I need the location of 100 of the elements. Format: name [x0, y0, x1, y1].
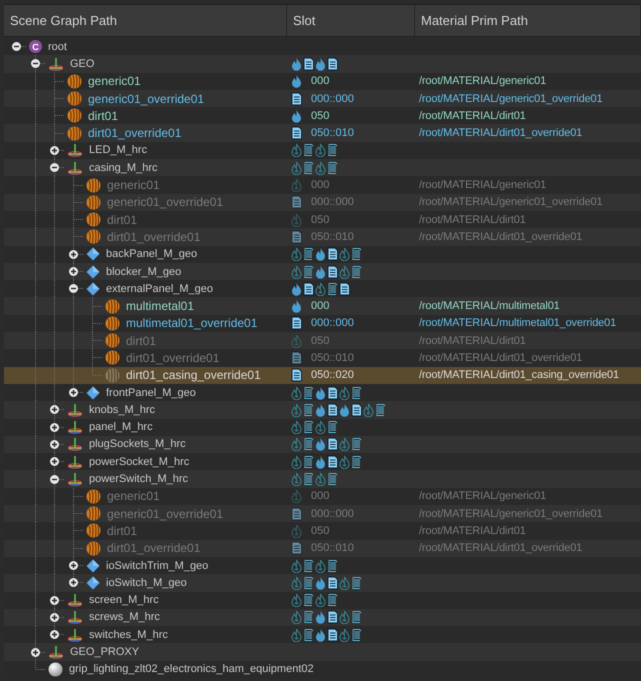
material-path: /root/MATERIAL/dirt01_override01 [419, 542, 582, 554]
expand-toggle[interactable] [50, 422, 59, 432]
expand-toggle[interactable] [50, 163, 59, 172]
node-name: dirt01_casing_override01 [126, 368, 261, 382]
slot-value: 000 [311, 179, 330, 192]
tree-row[interactable]: GEO [4, 55, 641, 73]
expand-toggle[interactable] [50, 596, 59, 605]
node-name: multimetal01_override01 [126, 316, 258, 330]
node-name: switches_M_hrc [89, 628, 168, 641]
tree-row[interactable]: dirt01_override01 050::010 /root/MATERIAL/dirt01_override01 [4, 124, 641, 142]
node-name: generic01_override01 [107, 506, 224, 521]
flame-outline-icon [291, 212, 302, 227]
tree-row[interactable]: powerSwitch_M_hrc [4, 470, 641, 488]
root-badge: C [29, 40, 42, 54]
expand-toggle[interactable] [69, 578, 78, 588]
material-path: /root/MATERIAL/dirt01_override01 [419, 352, 582, 364]
flame-outline-icon [291, 334, 302, 348]
tree-row[interactable]: GEO_PROXY [4, 643, 641, 661]
material-path: /root/MATERIAL/dirt01_casing_override01 [419, 369, 619, 382]
material-ball-icon [67, 91, 82, 106]
tree-row[interactable]: generic01 000 /root/MATERIAL/generic01 [4, 72, 641, 90]
slot-value: 000 [311, 490, 330, 502]
column-header[interactable]: Slot [287, 5, 415, 36]
expand-toggle[interactable] [69, 250, 78, 259]
tree-row[interactable]: C root [4, 38, 641, 56]
expand-toggle[interactable] [12, 42, 21, 52]
tree-row[interactable]: plugSockets_M_hrc [4, 436, 641, 454]
document-icon [291, 541, 302, 556]
axis-icon [67, 420, 83, 434]
expand-toggle[interactable] [69, 388, 78, 398]
node-name: casing_M_hrc [89, 162, 158, 174]
material-path: /root/MATERIAL/dirt01 [419, 214, 526, 226]
expand-toggle[interactable] [50, 405, 59, 414]
node-name: screws_M_hrc [89, 611, 160, 624]
tree-row[interactable]: backPanel_M_geo [4, 246, 641, 263]
axis-icon [67, 402, 83, 417]
expand-toggle[interactable] [31, 648, 40, 657]
material-ball-icon [67, 74, 82, 89]
node-name: generic01 [88, 74, 141, 88]
expand-toggle[interactable] [69, 284, 78, 294]
tree-row[interactable]: casing_M_hrc [4, 159, 641, 176]
tree-row[interactable]: ioSwitch_M_geo [4, 574, 641, 592]
node-name: blocker_M_geo [106, 266, 182, 278]
slot-value: 050::010 [311, 127, 354, 140]
document-icon [291, 195, 302, 210]
axis-icon [67, 628, 83, 642]
expand-toggle[interactable] [69, 561, 78, 570]
expand-toggle[interactable] [50, 612, 59, 622]
slot-value: 050 [311, 524, 330, 537]
column-header[interactable]: Material Prim Path [415, 5, 641, 36]
tree-row[interactable]: panel_M_hrc [4, 418, 641, 436]
node-name: dirt01_override01 [107, 230, 200, 244]
expand-toggle[interactable] [50, 630, 59, 640]
tree-row[interactable]: dirt01_casing_override01 050::020 /root/MATERIAL/dirt01_casing_override01 [4, 366, 641, 384]
material-ball-icon [105, 350, 120, 366]
expand-toggle[interactable] [69, 267, 78, 276]
diamond-icon [86, 576, 100, 590]
node-name: panel_M_hrc [89, 421, 153, 434]
tree-row[interactable]: blocker_M_geo [4, 262, 641, 280]
material-path: /root/MATERIAL/generic01 [419, 179, 546, 192]
expand-toggle[interactable] [50, 474, 59, 484]
axis-icon [48, 56, 64, 71]
axis-icon [48, 645, 64, 660]
expand-toggle[interactable] [31, 59, 40, 68]
node-name: GEO [70, 58, 94, 70]
tree-row[interactable]: knobs_M_hrc [4, 401, 641, 419]
slot-value: 050::020 [311, 369, 354, 382]
document-icon [291, 316, 302, 330]
tree-row[interactable]: externalPanel_M_geo [4, 280, 641, 298]
tree-row[interactable]: generic01_override01 000::000 /root/MATERIAL/generic01_override01 [4, 90, 641, 108]
node-name: generic01_override01 [88, 92, 204, 106]
material-ball-icon [67, 126, 82, 141]
material-ball-icon [105, 298, 120, 314]
diamond-icon [86, 264, 100, 278]
column-header[interactable]: Scene Graph Path [4, 5, 287, 36]
material-ball-icon [86, 506, 101, 522]
axis-icon [67, 143, 83, 158]
tree-row[interactable]: screws_M_hrc [4, 608, 641, 626]
expand-toggle[interactable] [50, 457, 59, 466]
diamond-icon [86, 247, 100, 262]
node-name: dirt01 [107, 524, 138, 538]
tree-row[interactable]: dirt01 050 /root/MATERIAL/dirt01 [4, 107, 641, 124]
slot-value: 000::000 [311, 92, 354, 105]
expand-toggle[interactable] [50, 440, 59, 449]
slot-value: 050 [311, 110, 330, 122]
tree-row[interactable]: multimetal01 000 /root/MATERIAL/multimetal01 [4, 297, 641, 315]
slot-value: 050::010 [311, 230, 354, 243]
tree-row[interactable]: switches_M_hrc [4, 626, 641, 644]
tree-row[interactable]: screen_M_hrc [4, 592, 641, 609]
expand-toggle[interactable] [50, 146, 59, 155]
node-name: dirt01 [126, 334, 156, 348]
slot-value: 000::000 [311, 196, 354, 208]
slot-value: 000 [311, 75, 330, 88]
node-name: multimetal01 [126, 299, 194, 314]
tree-row[interactable]: powerSocket_M_hrc [4, 453, 641, 470]
diamond-icon [86, 282, 100, 296]
material-ball-icon [105, 368, 120, 383]
tree-row[interactable]: grip_lighting_zlt02_electronics_ham_equipment02 [4, 660, 641, 678]
axis-icon [67, 454, 83, 469]
material-ball-icon [86, 212, 101, 228]
